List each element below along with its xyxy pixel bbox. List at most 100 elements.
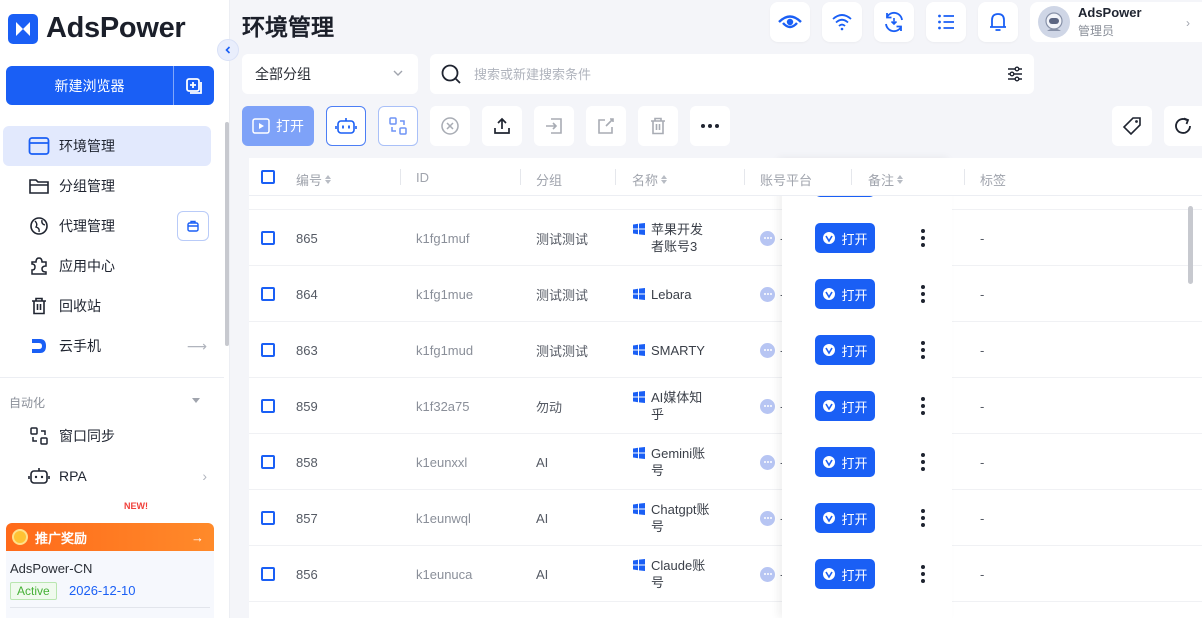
cell-platform: - — [760, 322, 784, 378]
close-browsers-button[interactable] — [430, 106, 470, 146]
open-browser-button[interactable]: 打开 — [815, 391, 875, 421]
tags-button[interactable] — [1112, 106, 1152, 146]
browser-window-icon — [27, 134, 51, 158]
nav-item-window-sync[interactable]: 窗口同步 — [3, 416, 211, 456]
open-browser-button[interactable]: 打开 — [815, 559, 875, 589]
main-nav: 环境管理 分组管理 代理管理 应用中心 回收站 云手机 ⟶ — [3, 126, 211, 366]
globe-icon — [27, 214, 51, 238]
col-header-name[interactable]: 名称 — [632, 170, 668, 189]
nav-item-cloud-phone[interactable]: 云手机 ⟶ — [3, 326, 211, 366]
row-checkbox[interactable] — [261, 266, 275, 322]
logo[interactable]: AdsPower — [8, 12, 186, 45]
sort-icon — [661, 175, 668, 184]
upload-button[interactable] — [482, 106, 522, 146]
row-more-icon[interactable] — [921, 395, 925, 416]
window-sync-button[interactable] — [378, 106, 418, 146]
cell-group: 测试测试 — [536, 231, 589, 247]
task-list-button[interactable] — [926, 2, 966, 42]
row-checkbox[interactable] — [261, 322, 275, 378]
logo-text: AdsPower — [46, 12, 186, 44]
move-group-button[interactable] — [534, 106, 574, 146]
nav-item-environments[interactable]: 环境管理 — [3, 126, 211, 166]
table-row[interactable]: 856 k1eunuca AI Claude账号 - - - — [249, 546, 1202, 602]
cell-group: AI — [536, 510, 549, 526]
account-box: AdsPower-CN Active 2026-12-10 — [6, 551, 214, 618]
row-more-icon[interactable] — [921, 507, 925, 528]
notifications-button[interactable] — [978, 2, 1018, 42]
col-header-group: 分组 — [536, 170, 562, 189]
sidebar-scrollbar[interactable] — [225, 122, 229, 346]
table-row[interactable]: 864 k1fg1mue 测试测试 Lebara - - - — [249, 266, 1202, 322]
nav-item-recycle-bin[interactable]: 回收站 — [3, 286, 211, 326]
cell-group: 测试测试 — [536, 287, 589, 303]
group-select[interactable]: 全部分组 — [242, 54, 418, 94]
select-all-checkbox[interactable] — [261, 170, 275, 184]
delete-button[interactable] — [638, 106, 678, 146]
row-more-icon[interactable] — [921, 283, 925, 304]
row-more-icon[interactable] — [921, 451, 925, 472]
cell-id: k1eunxxl — [416, 454, 468, 470]
profile-name: SMARTY — [651, 342, 705, 358]
batch-open-button[interactable]: 打开 — [242, 106, 314, 146]
windows-icon — [633, 559, 645, 571]
row-checkbox[interactable] — [261, 378, 275, 434]
user-menu[interactable]: AdsPower 管理员 › — [1030, 2, 1202, 42]
collapse-sidebar-button[interactable] — [217, 39, 239, 61]
nav-item-proxies[interactable]: 代理管理 — [3, 206, 211, 246]
cell-id: k1f32a75 — [416, 398, 470, 414]
browser-logo-icon — [823, 400, 836, 412]
open-browser-button[interactable]: 打开 — [815, 279, 875, 309]
table-row[interactable]: 858 k1eunxxl AI Gemini账号 - - - — [249, 434, 1202, 490]
user-role: 管理员 — [1078, 24, 1115, 38]
caret-down-icon[interactable] — [192, 398, 200, 403]
cell-tags: - — [980, 510, 985, 526]
table-row[interactable]: 859 k1f32a75 勿动 AI媒体知乎 - - - — [249, 378, 1202, 434]
promo-label: 推广奖励 — [35, 530, 88, 546]
browser-logo-icon — [823, 344, 836, 356]
col-header-no[interactable]: 编号 — [296, 170, 332, 189]
account-name: AdsPower-CN — [10, 561, 93, 576]
table-row[interactable]: 863 k1fg1mud 测试测试 SMARTY - - - — [249, 322, 1202, 378]
open-browser-button[interactable]: 打开 — [815, 503, 875, 533]
refresh-button[interactable] — [1164, 106, 1202, 146]
rpa-button[interactable] — [326, 106, 366, 146]
external-arrow-icon: ⟶ — [186, 337, 207, 354]
batch-create-icon[interactable] — [174, 77, 214, 95]
open-browser-button[interactable]: 打开 — [815, 223, 875, 253]
nav-item-rpa[interactable]: RPA › — [3, 456, 211, 496]
table-row[interactable]: 857 k1eunwql AI Chatgpt账号 - - - — [249, 490, 1202, 546]
sync-status-button[interactable] — [770, 2, 810, 42]
open-browser-button[interactable]: 打开 — [815, 335, 875, 365]
row-checkbox[interactable] — [261, 546, 275, 602]
row-checkbox[interactable] — [261, 490, 275, 546]
open-browser-button[interactable]: 打开 — [815, 447, 875, 477]
new-browser-button[interactable]: 新建浏览器 — [6, 66, 214, 105]
windows-icon — [633, 343, 645, 356]
move-icon — [546, 118, 562, 134]
row-checkbox[interactable] — [261, 434, 275, 490]
network-button[interactable] — [822, 2, 862, 42]
table-row[interactable]: 865 k1fg1muf 测试测试 苹果开发者账号3 - - - — [249, 210, 1202, 266]
nav-item-app-center[interactable]: 应用中心 — [3, 246, 211, 286]
cell-id: k1fg1muf — [416, 230, 470, 246]
browser-logo-icon — [823, 512, 836, 524]
table-scrollbar[interactable] — [1188, 206, 1193, 284]
row-more-icon[interactable] — [921, 227, 925, 248]
update-button[interactable] — [874, 2, 914, 42]
search-input[interactable] — [474, 66, 1006, 82]
col-header-remark[interactable]: 备注 — [868, 170, 904, 189]
row-checkbox[interactable] — [261, 210, 275, 266]
more-actions-button[interactable] — [690, 106, 730, 146]
table-header: 编号 ID 分组 名称 账号平台 备注 标签 — [249, 158, 1202, 196]
cell-platform: - — [760, 378, 784, 434]
row-more-icon[interactable] — [921, 339, 925, 360]
open-label: 打开 — [841, 455, 868, 471]
promo-banner[interactable]: 推广奖励 → — [6, 523, 214, 551]
row-more-icon[interactable] — [921, 563, 925, 584]
share-button[interactable] — [586, 106, 626, 146]
col-header-tags: 标签 — [980, 170, 1006, 189]
robot-icon — [335, 118, 357, 134]
nav-item-groups[interactable]: 分组管理 — [3, 166, 211, 206]
proxy-shop-icon[interactable] — [177, 211, 209, 241]
user-name: AdsPower — [1078, 5, 1142, 20]
